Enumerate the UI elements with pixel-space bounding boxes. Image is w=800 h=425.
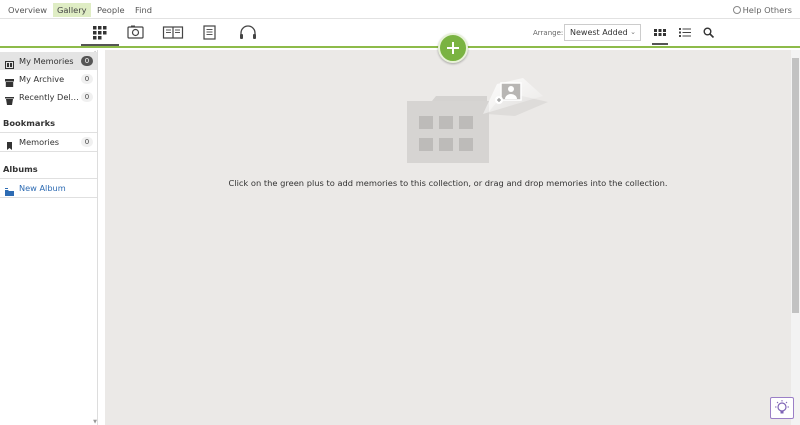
empty-collection-illustration — [405, 78, 550, 168]
add-memory-button[interactable] — [438, 33, 468, 63]
count-badge: 0 — [81, 92, 93, 102]
count-badge: 0 — [81, 74, 93, 84]
sidebar-item-bookmark-memories[interactable]: Memories 0 — [0, 133, 97, 151]
tab-overview[interactable]: Overview — [4, 3, 51, 17]
gallery-content: Click on the green plus to add memories … — [105, 50, 791, 425]
sidebar-item-label: Memories — [19, 137, 60, 147]
chevron-down-icon: ⌄ — [630, 28, 636, 36]
divider — [0, 197, 97, 198]
sidebar-item-label: Recently Delet... — [19, 92, 81, 102]
tab-people[interactable]: People — [93, 3, 129, 17]
new-album-label: New Album — [19, 183, 66, 193]
sidebar-item-my-archive[interactable]: My Archive 0 — [0, 70, 97, 88]
headphones-icon[interactable] — [237, 24, 259, 41]
bookmarks-heading: Bookmarks — [3, 118, 56, 128]
lightbulb-icon[interactable] — [770, 397, 794, 419]
divider — [0, 151, 97, 152]
bookmark-icon — [5, 138, 14, 150]
list-view-icon[interactable] — [679, 27, 691, 38]
sidebar-item-label: My Memories — [19, 56, 74, 66]
tab-find[interactable]: Find — [131, 3, 156, 17]
sidebar-item-my-memories[interactable]: My Memories 0 — [0, 52, 97, 70]
scrollbar-thumb[interactable] — [792, 58, 799, 313]
sidebar-item-new-album[interactable]: New Album — [0, 179, 97, 197]
grid-view-icon[interactable] — [652, 27, 668, 45]
top-nav: Overview Gallery People Find Help Others — [0, 0, 800, 19]
memories-icon — [5, 57, 14, 69]
grid-icon[interactable] — [81, 24, 119, 46]
count-badge: 0 — [81, 137, 93, 147]
empty-collection-message: Click on the green plus to add memories … — [228, 178, 668, 188]
arrange-label: Arrange: — [533, 29, 564, 37]
book-icon[interactable] — [162, 24, 184, 41]
toolbar: Arrange: Newest Added ⌄ — [0, 19, 800, 48]
archive-icon — [5, 75, 14, 87]
camera-icon[interactable] — [125, 24, 147, 41]
sidebar: ▲ My Memories 0 My Archive 0 Recently De… — [0, 50, 98, 425]
search-icon[interactable] — [703, 27, 715, 39]
sidebar-item-recently-deleted[interactable]: Recently Delet... 0 — [0, 88, 97, 106]
tab-gallery[interactable]: Gallery — [53, 3, 91, 17]
albums-heading: Albums — [3, 164, 38, 174]
help-others-link[interactable]: Help Others — [732, 3, 792, 17]
count-badge: 0 — [81, 56, 93, 66]
help-icon — [732, 6, 741, 14]
scroll-down-arrow-icon[interactable]: ▼ — [93, 419, 97, 425]
main-scrollbar[interactable] — [791, 50, 800, 425]
help-others-label: Help Others — [742, 5, 792, 15]
arrange-select[interactable]: Newest Added ⌄ — [564, 24, 641, 41]
trash-icon — [5, 93, 14, 105]
arrange-value: Newest Added — [570, 28, 628, 37]
sidebar-item-label: My Archive — [19, 74, 65, 84]
new-album-icon — [5, 184, 14, 196]
document-icon[interactable] — [199, 24, 221, 41]
